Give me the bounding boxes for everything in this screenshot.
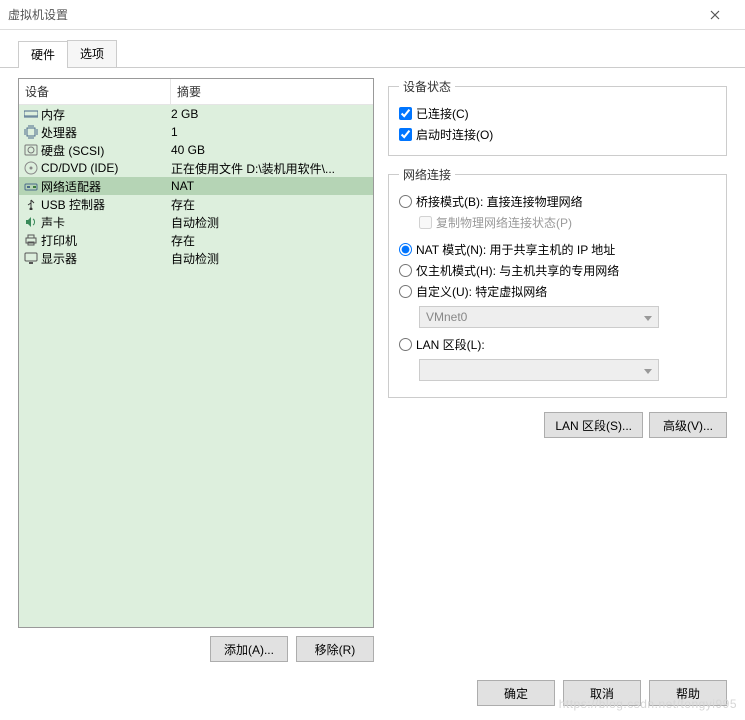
column-header-summary[interactable]: 摘要 (171, 79, 373, 104)
close-button[interactable] (692, 1, 737, 29)
tab-options[interactable]: 选项 (67, 40, 117, 67)
lan-segment-radio[interactable] (399, 338, 412, 351)
cancel-button[interactable]: 取消 (563, 680, 641, 706)
custom-radio[interactable] (399, 285, 412, 298)
nat-radio[interactable] (399, 243, 412, 256)
device-name: 声卡 (41, 214, 65, 231)
device-summary: 2 GB (171, 107, 369, 121)
lan-segment-combo (419, 359, 659, 381)
device-row[interactable]: 处理器 1 (19, 123, 373, 141)
bridged-label: 桥接模式(B): 直接连接物理网络 (416, 193, 583, 210)
cpu-icon (23, 124, 39, 140)
nat-label: NAT 模式(N): 用于共享主机的 IP 地址 (416, 241, 615, 258)
connected-checkbox[interactable] (399, 107, 412, 120)
network-connection-legend: 网络连接 (399, 166, 455, 183)
device-row[interactable]: 网络适配器 NAT (19, 177, 373, 195)
device-row[interactable]: 内存 2 GB (19, 105, 373, 123)
remove-button[interactable]: 移除(R) (296, 636, 374, 662)
connect-on-power-row[interactable]: 启动时连接(O) (399, 124, 716, 145)
usb-icon (23, 196, 39, 212)
device-summary: 存在 (171, 232, 369, 249)
help-button[interactable]: 帮助 (649, 680, 727, 706)
window-title: 虚拟机设置 (8, 6, 692, 23)
device-summary: 自动检测 (171, 214, 369, 231)
replicate-label: 复制物理网络连接状态(P) (436, 214, 572, 231)
connected-label: 已连接(C) (416, 105, 469, 122)
tab-hardware[interactable]: 硬件 (18, 41, 68, 68)
chevron-down-icon (644, 310, 652, 324)
device-row[interactable]: 声卡 自动检测 (19, 213, 373, 231)
chevron-down-icon (644, 363, 652, 377)
device-summary: NAT (171, 179, 369, 193)
nat-radio-row[interactable]: NAT 模式(N): 用于共享主机的 IP 地址 (399, 239, 716, 260)
device-row[interactable]: USB 控制器 存在 (19, 195, 373, 213)
device-name: 打印机 (41, 232, 77, 249)
lan-segments-button[interactable]: LAN 区段(S)... (544, 412, 643, 438)
advanced-button[interactable]: 高级(V)... (649, 412, 727, 438)
network-icon (23, 178, 39, 194)
device-summary: 存在 (171, 196, 369, 213)
device-name: 处理器 (41, 124, 77, 141)
disk-icon (23, 142, 39, 158)
device-row[interactable]: CD/DVD (IDE) 正在使用文件 D:\装机用软件\... (19, 159, 373, 177)
cd-icon (23, 160, 39, 176)
add-button[interactable]: 添加(A)... (210, 636, 288, 662)
device-name: USB 控制器 (41, 196, 105, 213)
device-name: 硬盘 (SCSI) (41, 142, 104, 159)
network-connection-group: 网络连接 桥接模式(B): 直接连接物理网络 复制物理网络连接状态(P) NAT… (388, 166, 727, 398)
connected-checkbox-row[interactable]: 已连接(C) (399, 103, 716, 124)
custom-network-value: VMnet0 (426, 310, 467, 324)
hostonly-radio[interactable] (399, 264, 412, 277)
device-row[interactable]: 硬盘 (SCSI) 40 GB (19, 141, 373, 159)
device-row[interactable]: 显示器 自动检测 (19, 249, 373, 267)
device-summary: 40 GB (171, 143, 369, 157)
sound-icon (23, 214, 39, 230)
device-name: CD/DVD (IDE) (41, 161, 118, 175)
hostonly-radio-row[interactable]: 仅主机模式(H): 与主机共享的专用网络 (399, 260, 716, 281)
device-summary: 自动检测 (171, 250, 369, 267)
device-name: 显示器 (41, 250, 77, 267)
connect-on-power-checkbox[interactable] (399, 128, 412, 141)
memory-icon (23, 106, 39, 122)
device-name: 网络适配器 (41, 178, 101, 195)
device-status-group: 设备状态 已连接(C) 启动时连接(O) (388, 78, 727, 156)
printer-icon (23, 232, 39, 248)
replicate-checkbox-row: 复制物理网络连接状态(P) (419, 212, 716, 233)
device-table: 设备 摘要 内存 2 GB 处理器 1 硬盘 (SCSI) 40 GB CD/DVD (ID… (18, 78, 374, 628)
lan-segment-label: LAN 区段(L): (416, 336, 485, 353)
device-row[interactable]: 打印机 存在 (19, 231, 373, 249)
hostonly-label: 仅主机模式(H): 与主机共享的专用网络 (416, 262, 619, 279)
ok-button[interactable]: 确定 (477, 680, 555, 706)
display-icon (23, 250, 39, 266)
custom-network-combo: VMnet0 (419, 306, 659, 328)
bridged-radio[interactable] (399, 195, 412, 208)
custom-label: 自定义(U): 特定虚拟网络 (416, 283, 547, 300)
device-summary: 正在使用文件 D:\装机用软件\... (171, 160, 369, 177)
close-icon (710, 10, 720, 20)
custom-radio-row[interactable]: 自定义(U): 特定虚拟网络 (399, 281, 716, 302)
device-name: 内存 (41, 106, 65, 123)
bridged-radio-row[interactable]: 桥接模式(B): 直接连接物理网络 (399, 191, 716, 212)
dialog-footer: 确定 取消 帮助 (0, 670, 745, 720)
lan-segment-radio-row[interactable]: LAN 区段(L): (399, 334, 716, 355)
column-header-device[interactable]: 设备 (19, 79, 171, 104)
replicate-checkbox (419, 216, 432, 229)
device-summary: 1 (171, 125, 369, 139)
device-status-legend: 设备状态 (399, 78, 455, 95)
connect-on-power-label: 启动时连接(O) (416, 126, 493, 143)
tab-bar: 硬件 选项 (0, 30, 745, 68)
titlebar: 虚拟机设置 (0, 0, 745, 30)
